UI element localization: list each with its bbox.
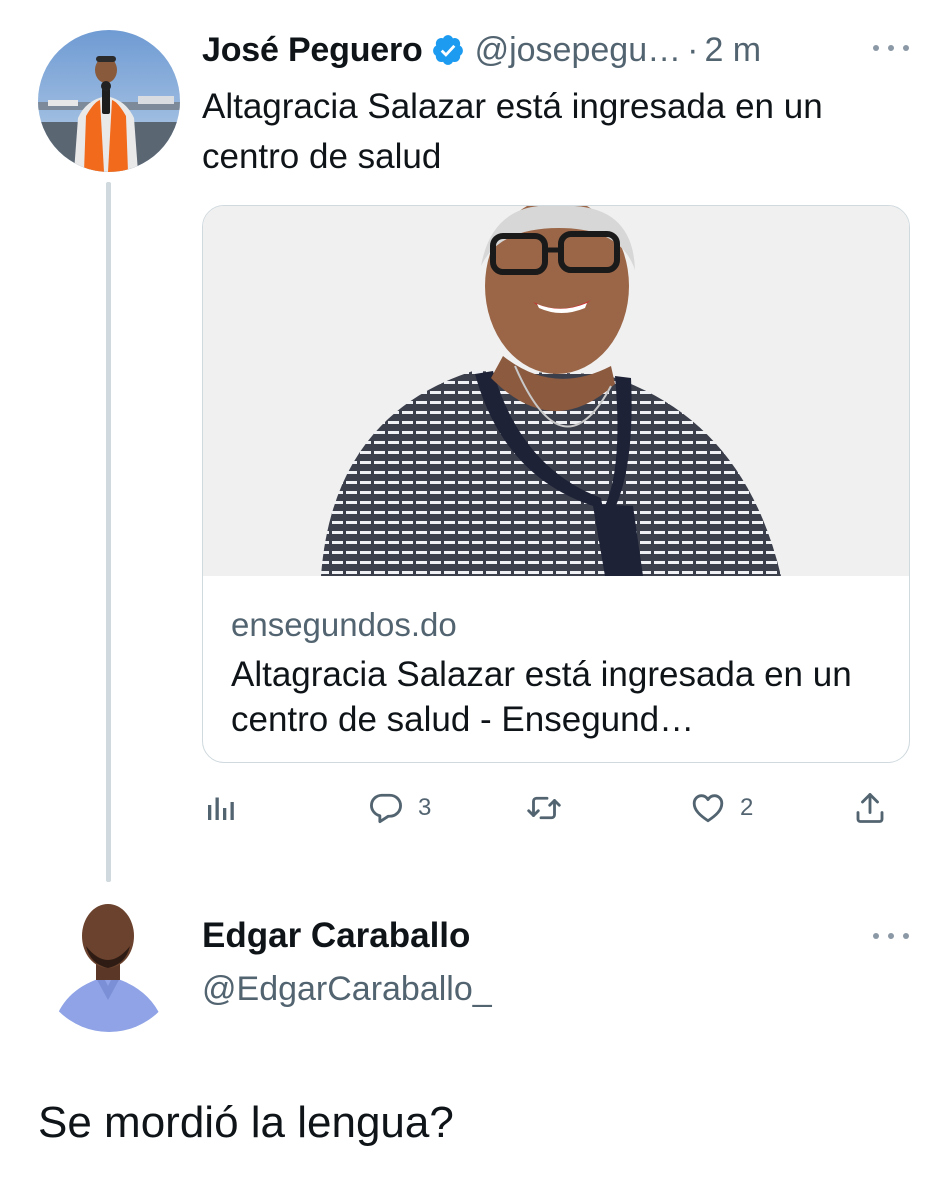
tweet-thread: José Peguero @josepegu… · 2 m Altagracia… [0,0,949,1200]
tweet-header: José Peguero @josepegu… · 2 m [202,28,761,72]
card-domain: ensegundos.do [231,606,457,643]
tweet-actions: 3 2 [202,786,902,830]
reply-author-name[interactable]: Edgar Caraballo [202,916,470,956]
reply-avatar-photo [38,890,180,1032]
more-options-icon[interactable] [873,38,909,58]
tweet-timestamp[interactable]: 2 m [704,31,761,70]
reply-button[interactable]: 3 [368,786,431,830]
tweet-text: Altagracia Salazar está ingresada en un … [202,87,823,176]
retweet-icon [527,796,561,820]
reply-text: Se mordió la lengua? [38,1098,454,1147]
thread-connector [106,182,111,882]
analytics-button[interactable] [202,786,238,830]
card-title: Altagracia Salazar está ingresada en un … [231,655,852,739]
share-icon [856,793,884,823]
author-name[interactable]: José Peguero [202,31,423,70]
avatar[interactable] [38,30,180,172]
heart-icon [692,794,724,823]
separator-dot: · [687,30,699,69]
link-preview-card[interactable]: ensegundos.do Altagracia Salazar está in… [202,205,910,763]
reply-icon [370,793,402,824]
reply-author-handle[interactable]: @EdgarCaraballo_ [202,970,492,1009]
reply-avatar[interactable] [38,890,180,1032]
card-image [203,206,909,576]
like-count: 2 [740,794,754,821]
share-button[interactable] [852,786,888,830]
author-handle[interactable]: @josepegu… [475,31,682,70]
like-button[interactable]: 2 [690,786,753,830]
retweet-button[interactable] [526,786,562,830]
analytics-icon [208,797,234,820]
verified-badge-icon [431,33,465,67]
reply-more-options-icon[interactable] [873,926,909,946]
card-portrait-photo [203,206,909,576]
avatar-photo [38,30,180,172]
reply-count: 3 [418,794,432,821]
